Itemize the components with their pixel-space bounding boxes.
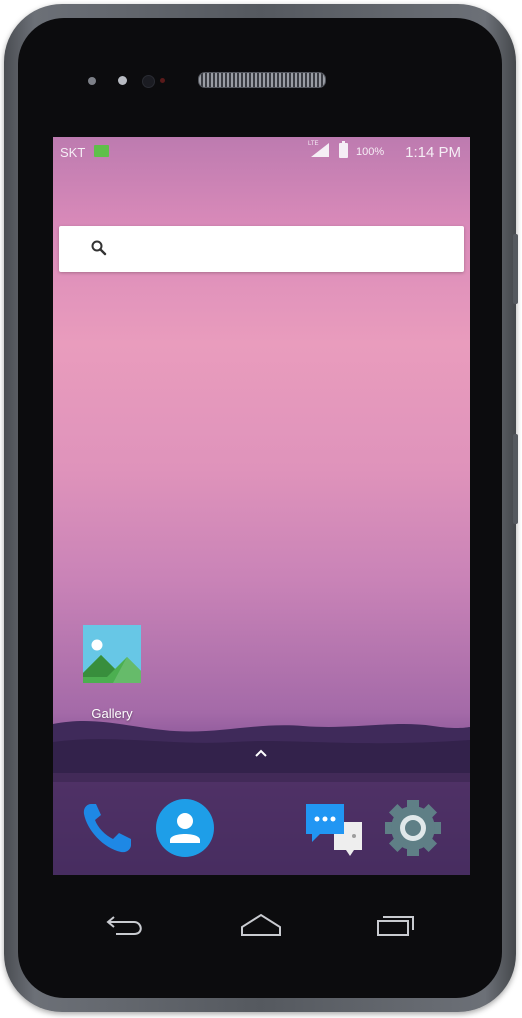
home-icon [241,913,281,936]
clock: 1:14 PM [405,144,461,161]
settings-icon[interactable] [383,798,443,858]
front-camera [142,75,155,88]
proximity-sensor [88,77,96,85]
recents-icon [377,916,414,936]
carrier-label: SKT [60,145,86,160]
back-button[interactable] [104,908,150,942]
signal-icon [311,143,329,157]
status-bar: SKT LTE 100% 1:14 PM [53,137,470,165]
messaging-icon[interactable] [304,798,364,858]
light-sensor [118,76,127,85]
home-button[interactable] [238,908,284,942]
search-icon [91,240,107,256]
search-bar[interactable] [59,226,464,272]
app-drawer-chevron-icon[interactable] [251,747,271,759]
contacts-icon[interactable] [155,798,215,858]
dock [53,773,470,875]
battery-icon [339,141,348,158]
gallery-icon [83,625,141,683]
recents-button[interactable] [372,908,418,942]
indicator-led [160,78,165,83]
gallery-app[interactable]: Gallery [75,625,149,721]
back-icon [106,916,142,935]
volume-button [513,234,518,304]
phone-icon[interactable] [77,798,137,858]
power-button [513,434,518,524]
battery-percent: 100% [356,146,385,158]
earpiece-speaker [198,72,326,88]
home-screen: SKT LTE 100% 1:14 PM Gallery [53,137,470,875]
sim-icon [94,145,109,157]
